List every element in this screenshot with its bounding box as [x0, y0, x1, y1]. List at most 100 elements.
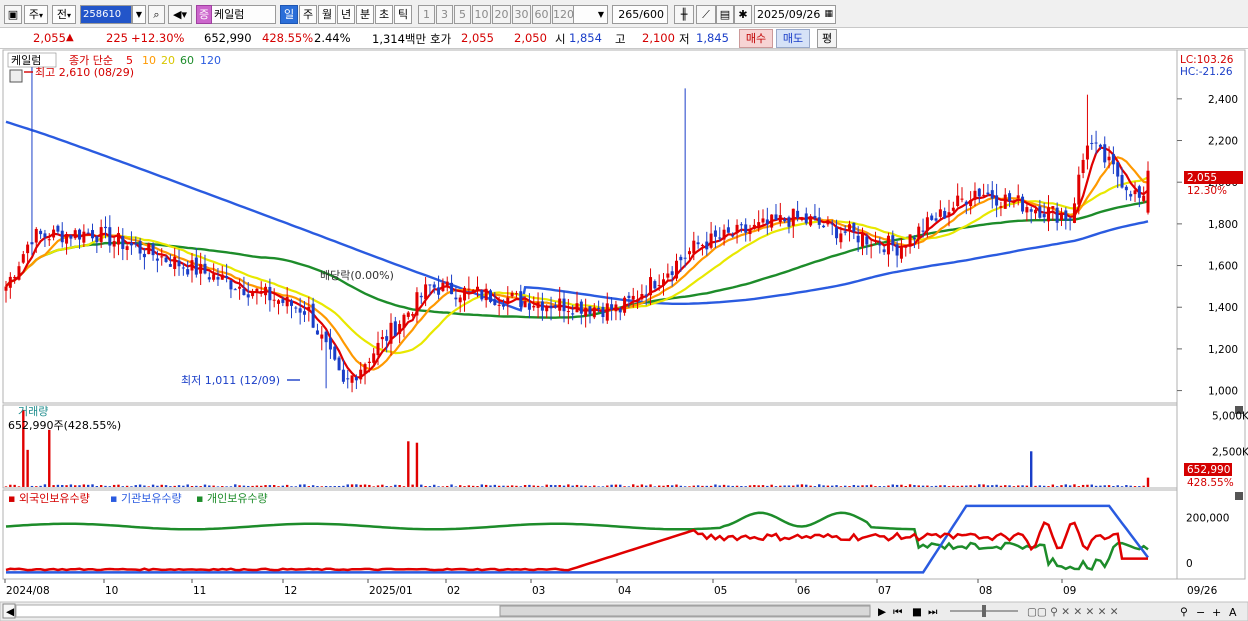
candle-body [328, 338, 332, 350]
quote-bar: 2,055 ▲ 225 +12.30% 652,990 428.55% 2.44… [0, 28, 1248, 49]
interval-button-6[interactable]: 60 [532, 5, 551, 24]
sell-button[interactable]: 매도 [776, 29, 810, 48]
candle-body [47, 239, 51, 241]
fast-forward-icon[interactable]: ⏭ [928, 606, 938, 618]
volume-bar [428, 486, 432, 487]
volume-bar [69, 484, 73, 487]
code-dropdown-button[interactable]: ▼ [132, 5, 146, 24]
speaker-icon[interactable]: ◀▾ [168, 5, 192, 24]
search-icon[interactable]: ⌕ [148, 5, 165, 24]
interval-button-7[interactable]: 120 [552, 5, 574, 24]
volume-bar [65, 485, 68, 487]
candle-body [1090, 142, 1094, 144]
volume-bar [208, 485, 211, 487]
stop-icon[interactable]: ■ [912, 606, 922, 618]
volume-bar [190, 486, 194, 487]
period-button-2[interactable]: 월 [318, 5, 336, 24]
stock-name-field[interactable]: 케일럼 [212, 5, 276, 24]
minus-icon[interactable]: − [1196, 606, 1205, 619]
candle-body [995, 195, 999, 206]
chart-area: 2,4002,2002,0001,8001,6001,4001,2001,000… [0, 49, 1248, 621]
x-tick-label: 11 [193, 585, 206, 597]
candle-body [65, 234, 69, 244]
candle-body [186, 269, 190, 275]
candle-icon[interactable]: ╫ [674, 5, 694, 24]
candle-body [649, 277, 653, 296]
stock-code-input[interactable]: 258610 [80, 5, 132, 24]
volume-bar [112, 484, 116, 487]
volume-bar [545, 484, 548, 487]
interval-button-4[interactable]: 20 [492, 5, 511, 24]
interval-button-0[interactable]: 1 [418, 5, 435, 24]
candle-body [411, 314, 415, 316]
volume-bar [199, 486, 202, 487]
candle-body [121, 236, 125, 249]
calendar-icon[interactable]: ▦ [824, 6, 833, 23]
candle-body [1003, 194, 1007, 209]
holdings-panel-close-icon[interactable] [1235, 492, 1243, 500]
volume-tick-label: 2,500K [1212, 446, 1248, 458]
volume-bar [709, 485, 713, 487]
scroll-right-icon[interactable]: ▶ [878, 606, 887, 618]
volume-bar [839, 486, 843, 487]
interval-button-2[interactable]: 5 [454, 5, 471, 24]
font-size-icon[interactable]: A [1229, 606, 1237, 619]
volume-bar [986, 485, 990, 487]
volume-bar [260, 485, 263, 487]
volume-bar [117, 484, 120, 487]
candle-body [718, 237, 722, 239]
tool-icons[interactable]: ▢▢ ⚲ ✕ ✕ ✕ ✕ ✕ [1027, 606, 1119, 618]
buy-button[interactable]: 매수 [739, 29, 773, 48]
volume-bar [861, 485, 864, 487]
count-field[interactable]: 265/600 [612, 5, 668, 24]
gear-icon[interactable]: ✱ [734, 5, 752, 24]
volume-bar [359, 484, 362, 487]
candle-body [220, 274, 224, 280]
period-button-6[interactable]: 틱 [394, 5, 412, 24]
interval-button-3[interactable]: 10 [472, 5, 491, 24]
zoom-out-icon[interactable]: ⚲ [1180, 606, 1188, 618]
candle-body [1077, 174, 1081, 205]
candle-body [579, 301, 583, 314]
x-tick-label: 2024/08 [6, 585, 50, 597]
scroll-thumb[interactable] [499, 605, 871, 617]
save-icon[interactable]: ▤ [716, 5, 734, 24]
volume-bar [774, 486, 778, 487]
volume-bar [108, 486, 112, 487]
volume-title: 거래량 [18, 405, 48, 418]
volume-bar [826, 485, 830, 487]
period-button-0[interactable]: 일 [280, 5, 298, 24]
candle-body [571, 313, 575, 315]
candle-body [934, 218, 938, 221]
interval-button-5[interactable]: 30 [512, 5, 531, 24]
chart-line-icon[interactable]: ⟋ [696, 5, 716, 24]
period-button-1[interactable]: 주 [299, 5, 317, 24]
volume-bar [143, 485, 146, 487]
period-button-3[interactable]: 년 [337, 5, 355, 24]
volume-bar [195, 485, 198, 487]
candle-body [272, 299, 276, 301]
interval-button-1[interactable]: 3 [436, 5, 453, 24]
interval-dropdown[interactable]: ▼ [572, 5, 608, 24]
candle-body [731, 235, 735, 237]
candle-body [735, 224, 739, 234]
market-select[interactable]: 주▾ [24, 5, 48, 24]
prev-select[interactable]: 전▾ [52, 5, 76, 24]
volume-bar [61, 485, 64, 487]
period-button-5[interactable]: 초 [375, 5, 393, 24]
volume-bar [718, 485, 721, 487]
candle-body [290, 300, 293, 306]
candle-body [601, 306, 605, 318]
date-field[interactable]: 2025/09/26 ▦ [754, 5, 836, 24]
extra-button[interactable]: 평 [817, 29, 837, 48]
volume-bar [562, 485, 566, 487]
zoom-slider-handle[interactable] [982, 605, 986, 617]
candle-body [653, 281, 657, 289]
period-button-4[interactable]: 분 [356, 5, 374, 24]
volume-bar [640, 484, 644, 487]
volume-bar [822, 485, 825, 487]
panel-settings-icon[interactable] [9, 69, 23, 83]
window-icon[interactable]: ▣ [4, 5, 22, 24]
rewind-icon[interactable]: ⏮ [893, 606, 903, 618]
plus-icon[interactable]: + [1212, 606, 1221, 619]
